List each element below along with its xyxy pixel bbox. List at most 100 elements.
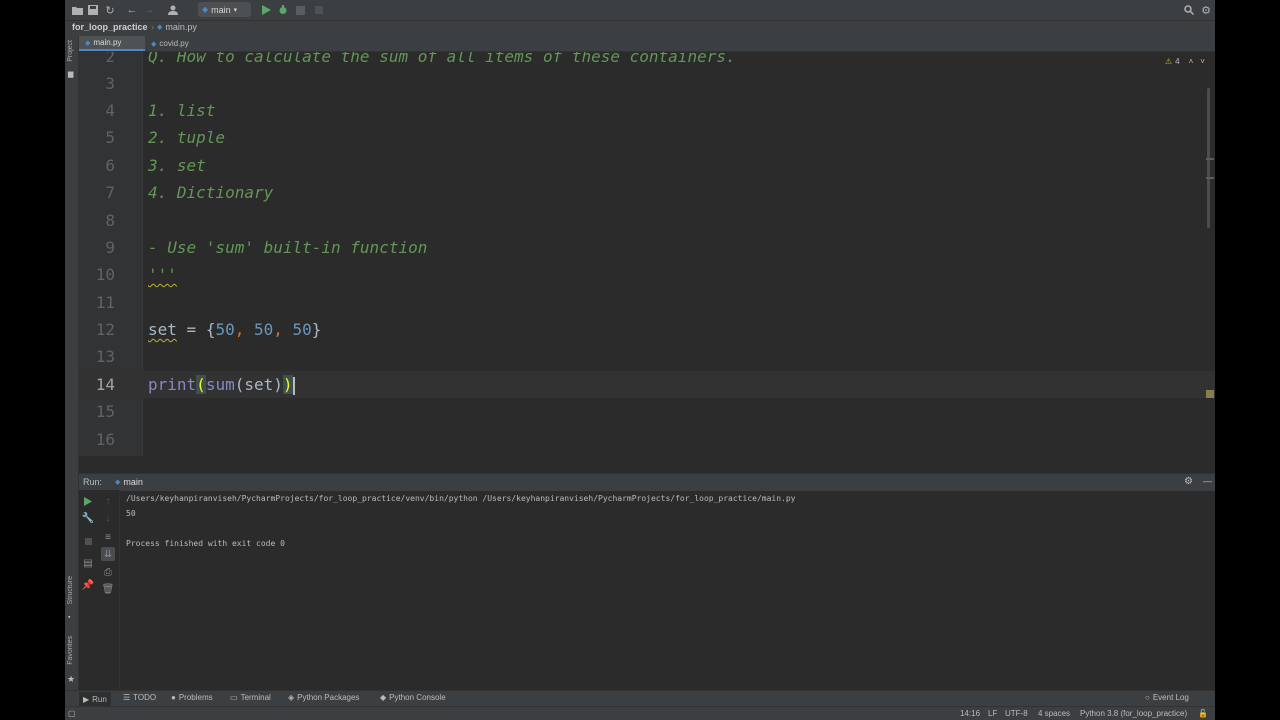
lock-icon[interactable]: 🔓 [1198,709,1208,718]
structure-tool-button[interactable]: Structure [67,576,74,604]
project-tool-button[interactable]: Project [67,40,74,62]
run-tab-main[interactable]: ◆ main [115,477,143,487]
line-number: 4 [105,101,115,120]
user-icon[interactable] [167,3,181,17]
python-console-icon: ◆ [380,693,387,702]
wrench-icon[interactable]: 🔧 [81,511,95,525]
brace: } [311,320,322,339]
folder-icon: ▆ [68,71,74,78]
panel-toggle-icon[interactable]: ▢ [68,709,76,718]
breadcrumb-project[interactable]: for_loop_practice [72,22,148,32]
line-number: 12 [95,320,115,339]
run-configuration-selector[interactable]: ◆ main ▾ [198,2,251,17]
code-editor[interactable]: 2 Q. How to calculate the sum of all ite… [79,52,1215,456]
python-console-tool-button[interactable]: ◆ Python Console [380,693,446,702]
tab-covid-py[interactable]: ◆ covid.py [145,36,207,51]
layout-icon[interactable]: ▤ [81,556,95,570]
todo-tool-button[interactable]: ☰ TODO [123,693,156,702]
line-number: 16 [95,430,115,449]
scroll-to-end-icon[interactable]: ⇊ [101,547,115,561]
settings-gear-icon[interactable]: ⚙ [1199,3,1213,17]
file-encoding[interactable]: UTF-8 [1005,709,1028,718]
line-number: 14 [95,375,115,394]
problems-tool-label: Problems [178,693,213,702]
chevron-up-icon[interactable]: ˄ [1189,57,1194,66]
python-interpreter[interactable]: Python 3.8 (for_loop_practice) [1080,709,1187,718]
run-panel-header: Run: ◆ main ⚙ — [79,473,1215,491]
line-number: 15 [95,402,115,421]
up-arrow-icon[interactable]: ↑ [101,494,115,508]
run-tool-column: ↑ 🔧 ↓ ≡ ⇊ ▤ ⎙ 📌 🗑 [79,490,120,690]
tab-main-py[interactable]: ◆ main.py [79,36,145,51]
code-text: 4. Dictionary [148,183,274,202]
line-separator[interactable]: LF [988,709,997,718]
pin-icon[interactable]: 📌 [81,578,95,592]
code-line: 2 Q. How to calculate the sum of all ite… [79,52,1215,70]
settings-gear-icon[interactable]: ⚙ [1184,476,1193,487]
stop-icon[interactable] [312,3,326,17]
warning-count: 4 [1175,57,1180,66]
code-line: 4 1. list [79,97,1215,124]
code-line: 13 [79,343,1215,370]
paren-highlight: ) [282,375,293,394]
python-packages-tool-button[interactable]: ◈ Python Packages [288,693,359,702]
save-icon[interactable] [86,3,100,17]
text-cursor [292,376,295,395]
status-bar: ▢ 14:16 LF UTF-8 4 spaces Python 3.8 (fo… [65,706,1215,720]
warning-icon: ⚠ [1165,57,1173,66]
sync-icon[interactable]: ↻ [103,3,117,17]
stop-icon[interactable] [81,534,95,548]
favorites-tool-button[interactable]: Favorites [67,636,74,665]
event-log-icon: ○ [1145,693,1150,702]
line-number: 8 [105,211,115,230]
coverage-icon[interactable] [293,3,307,17]
terminal-tool-button[interactable]: ▭ Terminal [230,693,271,702]
indent-setting[interactable]: 4 spaces [1038,709,1070,718]
debug-icon[interactable] [276,3,290,17]
breadcrumb-file-label: main.py [165,22,197,32]
info-icon: ● [171,693,176,702]
code-line: 7 4. Dictionary [79,179,1215,206]
rerun-icon[interactable] [81,494,95,508]
search-icon[interactable] [1182,3,1196,17]
run-tool-button[interactable]: ▶ Run [79,692,111,706]
down-arrow-icon[interactable]: ↓ [101,511,115,525]
comma: , [234,320,254,339]
comma: , [273,320,293,339]
code-line: 16 [79,426,1215,453]
current-line-marker [1206,390,1214,398]
run-icon[interactable] [259,3,273,17]
editor-tabs: ◆ main.py ◆ covid.py [79,36,1215,52]
soft-wrap-icon[interactable]: ≡ [101,530,115,544]
trash-icon[interactable]: 🗑 [101,582,115,596]
run-console-output[interactable]: /Users/keyhanpiranviseh/PycharmProjects/… [120,492,1210,688]
brace: { [205,320,216,339]
console-line: Process finished with exit code 0 [126,539,285,548]
python-file-icon: ◆ [85,39,91,47]
line-number: 5 [105,128,115,147]
tool-window-bar: ▶ Run ☰ TODO ● Problems ▭ Terminal ◈ Python P… [65,690,1215,707]
builtin-function: sum [205,375,235,394]
inspection-widget[interactable]: ⚠ 4 ˄ ˅ [1165,57,1205,66]
open-folder-icon[interactable] [70,3,84,17]
back-arrow-icon[interactable]: ← [125,3,139,17]
caret-position[interactable]: 14:16 [960,709,980,718]
hide-panel-icon[interactable]: — [1203,476,1212,486]
run-panel-label: Run: [83,477,103,487]
line-number: 2 [105,52,115,66]
line-number: 6 [105,156,115,175]
chevron-down-icon[interactable]: ˅ [1200,57,1205,66]
print-icon[interactable]: ⎙ [101,565,115,579]
python-file-icon: ◆ [115,479,121,486]
breadcrumb-separator: › [151,22,154,32]
scroll-marker [1206,158,1214,160]
event-log-tool-button[interactable]: ○ Event Log [1145,693,1189,702]
forward-arrow-icon[interactable]: → [142,3,156,17]
problems-tool-button[interactable]: ● Problems [171,693,213,702]
breadcrumb-file[interactable]: ◆ main.py [157,22,197,32]
python-packages-label: Python Packages [297,693,360,702]
chevron-down-icon: ▾ [233,6,238,14]
code-line: 6 3. set [79,152,1215,179]
console-line: /Users/keyhanpiranviseh/PycharmProjects/… [126,494,796,503]
line-number: 3 [105,74,115,93]
